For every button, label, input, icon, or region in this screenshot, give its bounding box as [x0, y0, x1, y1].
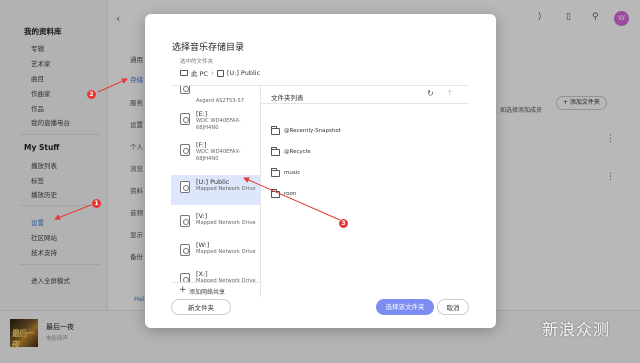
watermark: 新浪众测 — [542, 320, 611, 339]
annotation-arrows — [54, 78, 341, 221]
annotation-badge-2: 2 — [87, 90, 96, 99]
annotation-arrow-2 — [97, 78, 128, 93]
annotation-badge-3: 3 — [339, 219, 348, 228]
annotation-badge-1: 1 — [92, 199, 101, 208]
annotation-arrow-1 — [54, 204, 92, 220]
annotation-arrow-3 — [243, 177, 341, 221]
